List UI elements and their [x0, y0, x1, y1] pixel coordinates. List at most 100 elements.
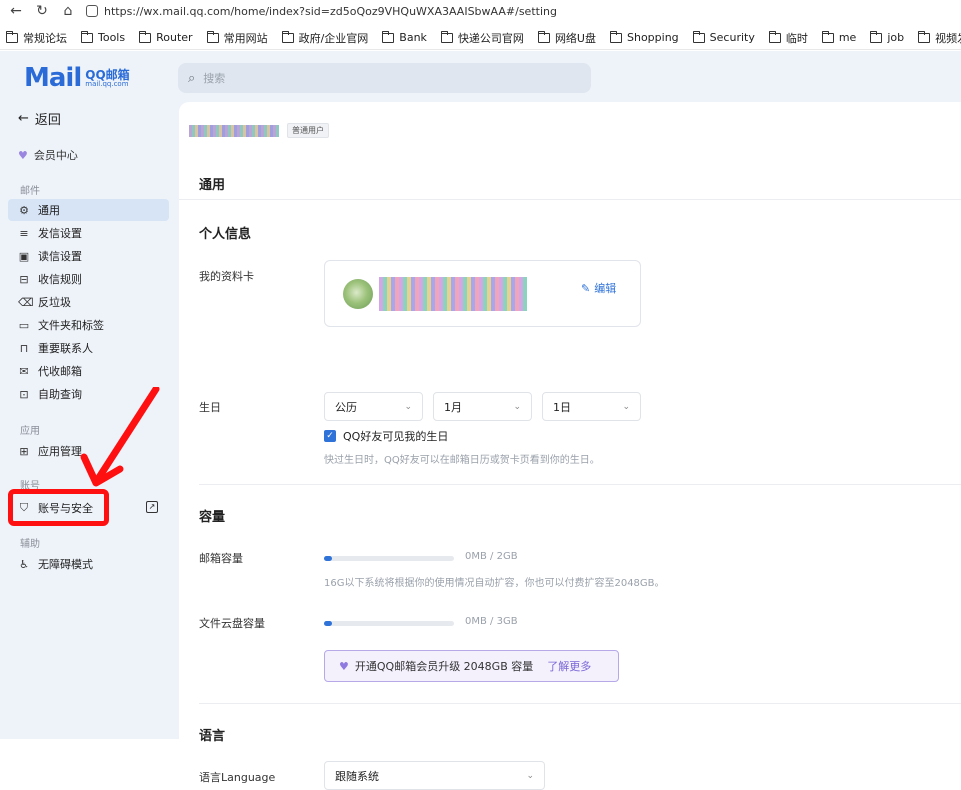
folder-icon	[870, 30, 883, 43]
search-icon: ⌕	[188, 70, 196, 86]
bookmark-folder[interactable]: Bank	[376, 30, 435, 44]
sidebar-item-label: 反垃圾	[38, 296, 71, 309]
sidebar-item-label: 收信规则	[38, 273, 82, 286]
search-input[interactable]: 搜索	[203, 70, 225, 86]
folder-icon	[768, 30, 781, 43]
back-link[interactable]: ← 返回	[18, 109, 61, 128]
mail-capacity-label: 邮箱容量	[199, 552, 243, 565]
folder-icon	[610, 30, 622, 43]
external-link-icon[interactable]: ↗	[146, 501, 158, 513]
sidebar: Mail QQ邮箱 mail.qq.com ← 返回 ♥ 会员中心 邮件 ⚙ 通…	[0, 51, 178, 739]
search-bar[interactable]: ⌕ 搜索	[178, 63, 591, 93]
diamond-icon: ♥	[339, 659, 349, 673]
sidebar-item-important-contacts[interactable]: ⊓ 重要联系人	[8, 337, 169, 359]
bookmark-folder[interactable]: 网络U盘	[532, 30, 604, 46]
reload-icon[interactable]: ↻	[32, 1, 52, 21]
section-title-personal: 个人信息	[199, 227, 252, 242]
sidebar-item-label: 无障碍模式	[38, 558, 93, 571]
folder-icon	[382, 30, 395, 43]
cloud-capacity-bar	[324, 621, 454, 626]
cloud-capacity-label: 文件云盘容量	[199, 617, 265, 630]
bookmark-folder[interactable]: Shopping	[604, 30, 687, 44]
upgrade-text: 开通QQ邮箱会员升级 2048GB 容量	[354, 660, 534, 673]
back-arrow-icon[interactable]: ←	[6, 1, 26, 21]
bookmark-folder[interactable]: 政府/企业官网	[276, 30, 377, 46]
accessibility-icon: ♿	[19, 557, 29, 571]
back-label: 返回	[34, 113, 61, 128]
sidebar-item-accessibility[interactable]: ♿ 无障碍模式	[8, 553, 169, 575]
folder-icon	[139, 30, 152, 43]
chevron-down-icon: ⌄	[404, 401, 412, 412]
bookmark-folder[interactable]: Router	[133, 30, 200, 44]
language-select[interactable]: 跟随系统 ⌄	[324, 761, 545, 790]
sidebar-item-read-settings[interactable]: ▣ 读信设置	[8, 245, 169, 267]
folder-icon	[537, 30, 550, 43]
inbox-rules-icon: ⊟	[19, 272, 29, 286]
home-icon[interactable]: ⌂	[58, 1, 78, 21]
gear-icon: ⚙	[19, 203, 29, 217]
divider	[199, 484, 961, 485]
checkbox-checked[interactable]: ✓	[324, 430, 336, 442]
bookmark-folder[interactable]: 常用网站	[201, 30, 276, 46]
section-app: 应用	[20, 426, 40, 437]
learn-more-link[interactable]: 了解更多	[547, 658, 591, 674]
birth-month-select[interactable]: 1月 ⌄	[433, 392, 532, 421]
settings-panel: 普通用户 通用 个人信息 我的资料卡 ✎ 编辑 生日 公历 ⌄ 1月 ⌄ 1日 …	[179, 102, 961, 790]
bookmark-folder[interactable]: Tools	[75, 30, 133, 44]
language-label: 语言Language	[199, 771, 276, 784]
birthday-hint: 快过生日时，QQ好友可以在邮箱日历或贺卡页看到你的生日。	[324, 455, 600, 466]
bookmark-folder[interactable]: 常规论坛	[0, 30, 75, 46]
section-title-language: 语言	[199, 729, 226, 744]
progress-fill	[324, 621, 332, 626]
calendar-type-select[interactable]: 公历 ⌄	[324, 392, 423, 421]
sidebar-item-collect-mail[interactable]: ✉ 代收邮箱	[8, 360, 169, 382]
diamond-icon: ♥	[18, 148, 28, 162]
bookmark-folder[interactable]: job	[864, 30, 912, 44]
logo-subtitle: QQ邮箱 mail.qq.com	[85, 67, 130, 88]
sidebar-item-inbox-rules[interactable]: ⊟ 收信规则	[8, 268, 169, 290]
address-bar[interactable]: https://wx.mail.qq.com/home/index?sid=zd…	[86, 5, 557, 18]
folder-icon	[81, 30, 93, 43]
bookmark-folder[interactable]: 视频发布	[912, 30, 961, 46]
bookmark-folder[interactable]: 临时	[763, 30, 816, 46]
redacted-email	[189, 124, 279, 137]
bookmark-folder[interactable]: me	[816, 30, 864, 44]
folder-icon: ▭	[18, 318, 30, 332]
bookmark-folder[interactable]: Security	[687, 30, 763, 44]
profile-card: ✎ 编辑	[324, 260, 641, 327]
sidebar-item-folders-tags[interactable]: ▭ 文件夹和标签	[8, 314, 169, 336]
bookmark-folder[interactable]: 快递公司官网	[435, 30, 532, 46]
mail-capacity-bar	[324, 556, 454, 561]
section-mail: 邮件	[20, 186, 40, 197]
browser-toolbar: ← ↻ ⌂ https://wx.mail.qq.com/home/index?…	[0, 0, 961, 22]
arrow-left-icon: ←	[18, 111, 29, 126]
folder-icon	[6, 30, 18, 43]
site-info-icon[interactable]	[86, 5, 98, 17]
folder-icon	[692, 30, 705, 43]
trash-icon: ⌫	[18, 295, 34, 309]
sidebar-item-label: 通用	[38, 204, 60, 217]
birthday-label: 生日	[199, 401, 221, 414]
progress-fill	[324, 556, 332, 561]
account-row: 普通用户	[189, 123, 329, 138]
page-title: 通用	[199, 178, 226, 193]
self-query-icon: ⊡	[19, 387, 29, 401]
sidebar-item-anti-spam[interactable]: ⌫ 反垃圾	[8, 291, 169, 313]
member-center-link[interactable]: ♥ 会员中心	[18, 147, 78, 163]
cloud-capacity-value: 0MB / 3GB	[465, 616, 518, 627]
sidebar-item-label: 代收邮箱	[38, 365, 82, 378]
sidebar-item-general[interactable]: ⚙ 通用	[8, 199, 169, 221]
member-center-label: 会员中心	[33, 149, 78, 162]
birthday-visibility-option[interactable]: ✓ QQ好友可见我的生日	[324, 428, 448, 444]
collect-mail-icon: ✉	[19, 364, 29, 378]
upgrade-banner[interactable]: ♥ 开通QQ邮箱会员升级 2048GB 容量 了解更多	[324, 650, 619, 682]
avatar[interactable]	[343, 279, 373, 309]
qq-mail-logo[interactable]: Mail QQ邮箱 mail.qq.com	[24, 63, 130, 93]
section-title-capacity: 容量	[199, 510, 226, 525]
send-settings-icon: ≡	[19, 226, 29, 240]
birth-day-select[interactable]: 1日 ⌄	[542, 392, 641, 421]
sidebar-item-send-settings[interactable]: ≡ 发信设置	[8, 222, 169, 244]
bookmarks-bar: 常规论坛 Tools Router 常用网站 政府/企业官网 Bank 快递公司…	[0, 26, 961, 50]
edit-button[interactable]: ✎ 编辑	[581, 280, 616, 296]
url-text: https://wx.mail.qq.com/home/index?sid=zd…	[104, 4, 557, 18]
